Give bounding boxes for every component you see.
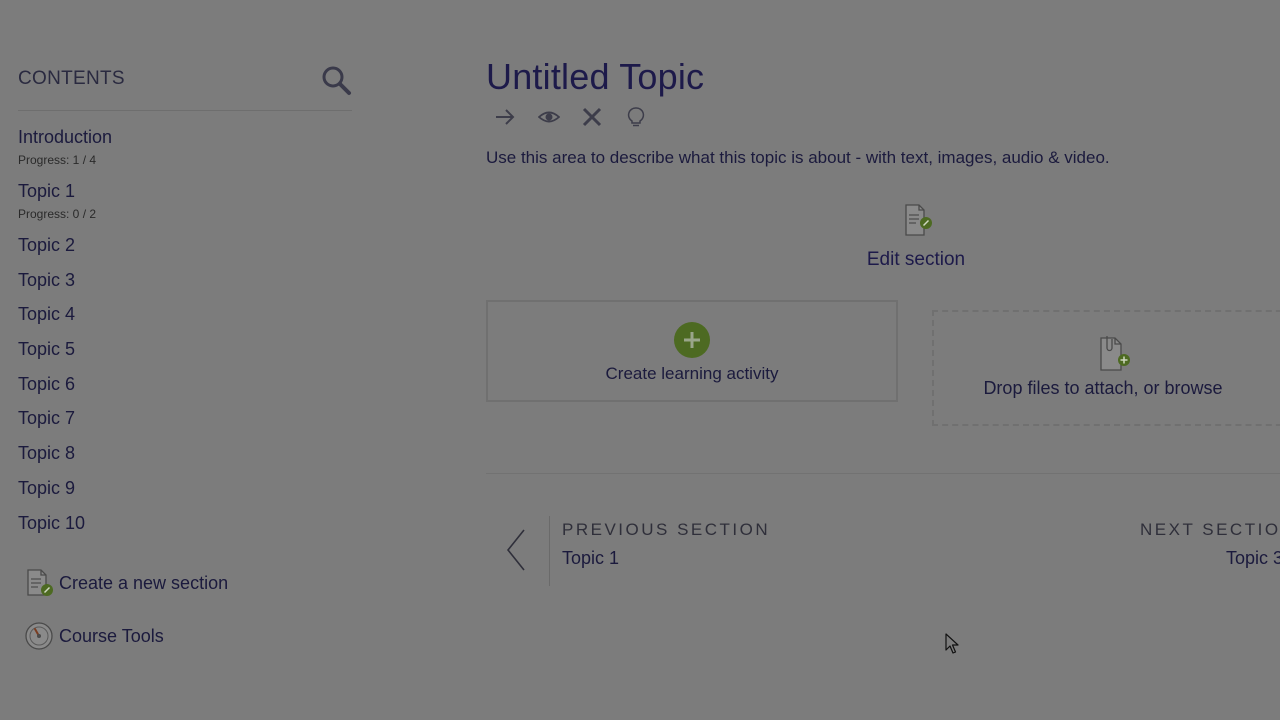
next-section-title: Topic 3 xyxy=(1226,548,1280,568)
next-section-link[interactable]: NEXT SECTION Topic 3 xyxy=(1140,516,1280,586)
edit-section-label: Edit section xyxy=(866,249,966,270)
sidebar-item-label: Topic 9 xyxy=(18,477,76,498)
eye-icon[interactable] xyxy=(536,104,562,130)
create-section-label: Create a new section xyxy=(59,572,229,593)
sidebar-item-progress: Progress: 0 / 2 xyxy=(18,207,97,221)
sidebar-item-topic-2[interactable]: Topic 2 xyxy=(18,232,352,267)
topic-description: Use this area to describe what this topi… xyxy=(486,148,1110,167)
close-icon[interactable] xyxy=(579,104,605,130)
lightbulb-icon[interactable] xyxy=(623,104,649,130)
sidebar-item-topic-3[interactable]: Topic 3 xyxy=(18,267,352,302)
sidebar-item-topic-7[interactable]: Topic 7 xyxy=(18,405,352,440)
plus-icon xyxy=(674,322,710,358)
sidebar-item-topic-1[interactable]: Topic 1 Progress: 0 / 2 xyxy=(18,178,352,222)
sidebar-item-label: Topic 5 xyxy=(18,339,76,360)
sidebar-item-topic-6[interactable]: Topic 6 xyxy=(18,371,352,406)
page-title: Untitled Topic xyxy=(486,56,705,97)
sidebar-item-label: Topic 2 xyxy=(18,235,76,255)
sidebar-item-label: Topic 8 xyxy=(18,443,76,464)
section-divider xyxy=(486,473,1280,474)
arrow-right-icon[interactable] xyxy=(492,104,518,130)
mouse-pointer-icon xyxy=(945,633,959,655)
course-tools-label: Course Tools xyxy=(59,625,164,646)
sidebar-item-label: Topic 1 xyxy=(18,181,76,201)
contents-header: CONTENTS xyxy=(18,60,352,111)
create-learning-activity-button[interactable]: Create learning activity xyxy=(486,300,898,402)
create-section-button[interactable]: Create a new section xyxy=(24,568,228,598)
sidebar-item-label: Topic 4 xyxy=(18,304,76,325)
browse-link[interactable]: browse xyxy=(1165,378,1223,398)
create-activity-label: Create learning activity xyxy=(605,364,779,383)
sidebar-item-introduction[interactable]: Introduction Progress: 1 / 4 xyxy=(18,124,352,168)
next-section-label: NEXT SECTION xyxy=(1140,520,1280,539)
section-toolbar xyxy=(492,104,666,130)
document-edit-icon xyxy=(898,204,934,242)
sidebar-item-label: Topic 7 xyxy=(18,408,76,429)
search-icon[interactable] xyxy=(320,64,352,96)
previous-section-title: Topic 1 xyxy=(562,548,620,568)
document-edit-icon xyxy=(24,568,54,598)
file-attach-icon xyxy=(1093,334,1133,374)
sidebar-item-label: Topic 6 xyxy=(18,373,76,394)
sidebar-item-label: Topic 10 xyxy=(18,512,86,533)
dropzone-text: Drop files to attach, or browse xyxy=(914,378,1280,399)
sidebar-item-topic-8[interactable]: Topic 8 xyxy=(18,440,352,475)
edit-section-button[interactable]: Edit section xyxy=(866,204,966,271)
sidebar-item-progress: Progress: 1 / 4 xyxy=(18,153,97,167)
sidebar-item-label: Topic 3 xyxy=(18,269,76,290)
sidebar-item-topic-4[interactable]: Topic 4 xyxy=(18,301,352,336)
chevron-left-icon xyxy=(504,526,530,574)
previous-section-label: PREVIOUS SECTION xyxy=(562,520,771,539)
nav-separator xyxy=(549,516,550,586)
file-dropzone[interactable]: Drop files to attach, or browse xyxy=(932,310,1280,426)
gauge-icon xyxy=(24,621,54,651)
course-tools-button[interactable]: Course Tools xyxy=(24,621,164,651)
sidebar: CONTENTS Introduction Progress: 1 / 4 To… xyxy=(18,0,352,720)
contents-title: CONTENTS xyxy=(18,68,125,89)
sidebar-item-topic-9[interactable]: Topic 9 xyxy=(18,475,352,510)
section-nav-list: Introduction Progress: 1 / 4 Topic 1 Pro… xyxy=(18,124,352,544)
dropzone-instruction: Drop files to attach, or xyxy=(983,378,1165,398)
sidebar-item-topic-10[interactable]: Topic 10 xyxy=(18,510,352,545)
main-content: Untitled Topic Use this area to describe… xyxy=(486,0,1280,720)
sidebar-item-topic-5[interactable]: Topic 5 xyxy=(18,336,352,371)
sidebar-item-label: Introduction xyxy=(18,127,113,147)
